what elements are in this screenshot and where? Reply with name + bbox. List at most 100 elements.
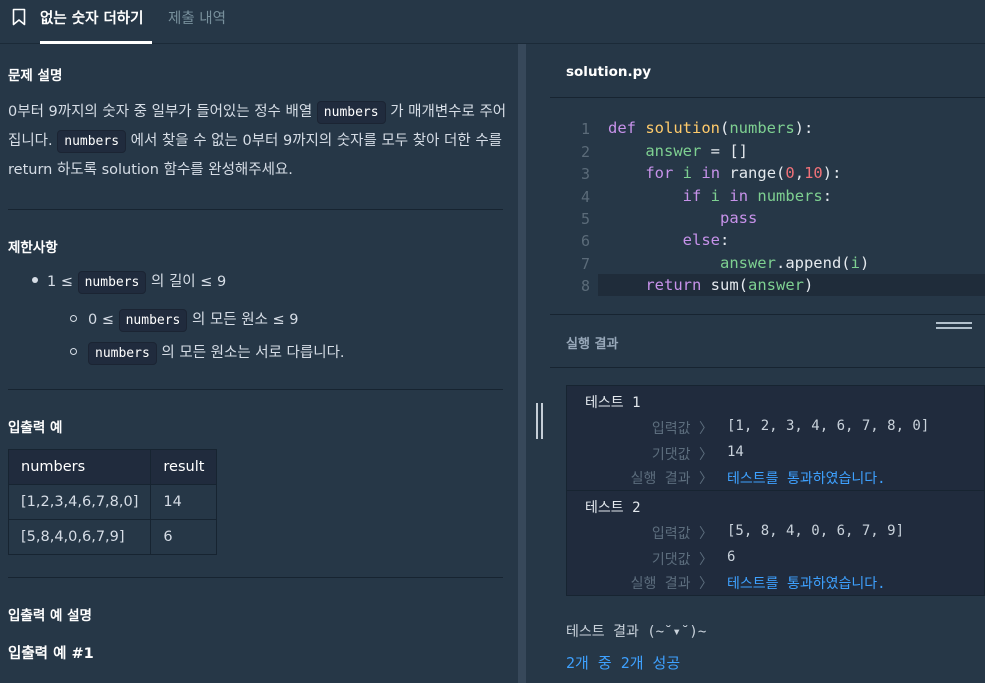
code-numbers: numbers: [118, 309, 188, 332]
token-variable: i: [682, 164, 693, 182]
token-punct: ):: [822, 164, 842, 182]
token-variable: answer: [748, 276, 805, 294]
token-keyword: if: [682, 187, 702, 205]
table-header-cell: numbers: [7, 449, 152, 485]
grip-line: [936, 322, 972, 324]
token-keyword: def: [608, 119, 636, 137]
table-cell: [1,2,3,4,6,7,8,0]: [7, 484, 152, 520]
token-variable: i: [850, 254, 860, 272]
top-tab-bar: 없는 숫자 더하기 제출 내역: [0, 0, 985, 44]
table-header-row: numbers result: [7, 449, 218, 485]
token-punct: ): [804, 276, 814, 294]
code-line: return sum(answer): [608, 276, 813, 294]
grip-line: [536, 403, 538, 439]
token-variable: i: [710, 187, 721, 205]
code-line: else:: [608, 231, 730, 249]
token-punct: = []: [701, 142, 748, 160]
test-score: 2개 중 2개 성공: [566, 654, 681, 672]
token-variable: numbers: [729, 119, 795, 137]
token-builtin: sum: [710, 276, 739, 294]
tab-submission-history[interactable]: 제출 내역: [168, 7, 226, 28]
token-punct: (: [776, 164, 786, 182]
token-punct: ):: [794, 119, 814, 137]
token-function: solution: [645, 119, 720, 137]
table-row: [5,8,4,0,6,7,9] 6: [7, 519, 218, 555]
examples-heading: 입출력 예: [8, 420, 63, 436]
expected-value: 6: [727, 549, 736, 565]
input-value: [1, 2, 3, 4, 6, 7, 8, 0]: [727, 418, 930, 434]
result-header: 실행 결과: [550, 314, 985, 368]
constraint-sub-item: 0 ≤ numbers 의 모든 원소 ≤ 9: [88, 308, 299, 332]
token-keyword: in: [701, 164, 721, 182]
code-line: answer.append(i): [608, 254, 869, 272]
editor-header: solution.py: [550, 44, 985, 98]
code-line: def solution(numbers):: [608, 119, 813, 137]
token-keyword: else: [682, 231, 720, 249]
code-numbers: numbers: [77, 271, 147, 294]
test-case-title: 테스트 2: [585, 500, 641, 516]
token-punct: :: [719, 231, 730, 249]
test-case-title: 테스트 1: [585, 395, 641, 411]
line-number: 6: [580, 232, 590, 250]
result-pass-message: 테스트를 통과하였습니다.: [727, 576, 886, 592]
line-number: 2: [580, 143, 590, 161]
table-cell: 6: [150, 519, 218, 555]
table-header-cell: result: [150, 449, 218, 485]
token-punct: ,: [794, 164, 805, 182]
code-line: if i in numbers:: [608, 187, 832, 205]
problem-description-text: 0부터 9까지의 숫자 중 일부가 들어있는 정수 배열 numbers 가 매…: [8, 98, 508, 185]
token-keyword: pass: [719, 209, 758, 227]
expected-value: 14: [727, 444, 744, 460]
test-case-result: 테스트 1 입력값 〉 [1, 2, 3, 4, 6, 7, 8, 0] 기댓값…: [566, 385, 985, 491]
file-name: solution.py: [566, 64, 652, 80]
divider: [8, 389, 503, 390]
token-variable: answer: [645, 142, 702, 160]
table-row: [1,2,3,4,6,7,8,0] 14: [7, 484, 218, 520]
grip-line: [936, 327, 972, 329]
left-panel-scrollbar[interactable]: [518, 44, 526, 683]
line-number: 5: [580, 210, 590, 228]
code-line: for i in range(0,10):: [608, 164, 841, 182]
divider: [8, 209, 503, 210]
sub-bullet-icon: [70, 315, 77, 322]
line-number: 7: [580, 255, 590, 273]
resize-grip-icon[interactable]: [936, 320, 972, 330]
expected-label: 기댓값 〉: [651, 447, 713, 463]
result-pass-message: 테스트를 통과하였습니다.: [727, 471, 886, 487]
constraint-text: 의 모든 원소는 서로 다릅니다.: [156, 345, 345, 361]
token-variable: answer: [719, 254, 776, 272]
resize-handle[interactable]: [536, 403, 546, 439]
token-keyword: in: [729, 187, 749, 205]
code-line: pass: [608, 209, 757, 227]
token-punct: ): [859, 254, 870, 272]
token-punct: (: [738, 276, 749, 294]
result-title: 실행 결과: [566, 337, 619, 352]
line-number: 3: [580, 165, 590, 183]
input-value: [5, 8, 4, 0, 6, 7, 9]: [727, 523, 905, 539]
token-method: .append(: [775, 254, 851, 272]
constraint-text: 의 모든 원소 ≤ 9: [187, 312, 299, 328]
tab-problem-description[interactable]: 없는 숫자 더하기: [40, 7, 143, 28]
result-label: 실행 결과 〉: [630, 576, 713, 592]
grip-line: [541, 403, 543, 439]
constraint-text: 의 길이 ≤ 9: [146, 274, 227, 290]
sub-bullet-icon: [70, 348, 77, 355]
bookmark-icon[interactable]: [12, 8, 26, 26]
problem-description-heading: 문제 설명: [8, 68, 63, 84]
constraint-text: 1 ≤: [47, 274, 78, 290]
token-keyword: for: [645, 164, 674, 182]
result-label: 실행 결과 〉: [630, 471, 713, 487]
problem-panel: 문제 설명 0부터 9까지의 숫자 중 일부가 들어있는 정수 배열 numbe…: [0, 44, 518, 683]
example-explanation-heading: 입출력 예 설명: [8, 608, 92, 624]
token-number: 0: [785, 164, 795, 182]
example-explanation-subheading: 입출력 예 #1: [8, 646, 94, 662]
examples-table: numbers result [1,2,3,4,6,7,8,0] 14 [5,8…: [7, 449, 218, 555]
constraints-heading: 제한사항: [8, 240, 58, 256]
constraint-item: 1 ≤ numbers 의 길이 ≤ 9: [47, 270, 226, 294]
result-panel: 테스트 1 입력값 〉 [1, 2, 3, 4, 6, 7, 8, 0] 기댓값…: [550, 368, 985, 683]
token-number: 10: [804, 164, 823, 182]
table-cell: 14: [150, 484, 218, 520]
table-cell: [5,8,4,0,6,7,9]: [7, 519, 152, 555]
token-keyword: return: [645, 276, 702, 294]
code-editor[interactable]: 1 2 3 4 5 6 7 8 def solution(numbers): a…: [550, 98, 985, 314]
